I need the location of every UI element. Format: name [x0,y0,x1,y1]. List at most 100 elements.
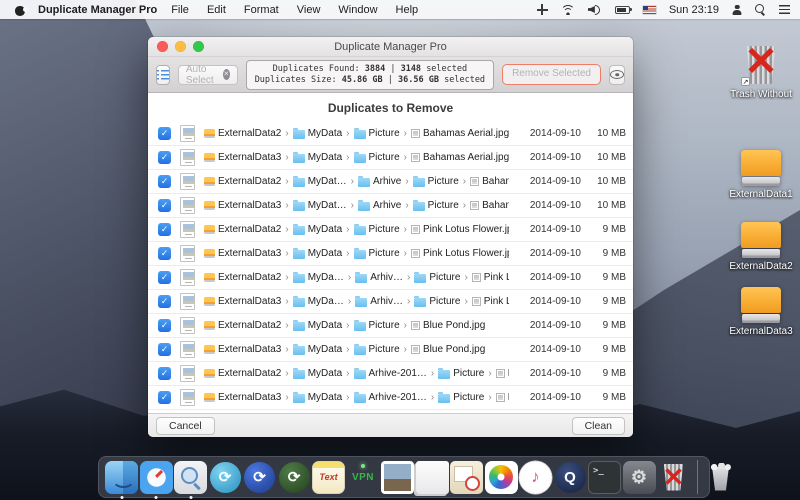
image-file-icon [411,345,420,354]
table-row[interactable]: ✓ ExternalData3›MyDa…›Arhiv…›Picture›Pin… [148,290,633,314]
safari-dock-icon[interactable] [140,461,173,494]
chevron-icon: › [488,368,491,379]
row-checkbox[interactable]: ✓ [158,247,171,260]
photos-dock-icon[interactable] [485,461,518,494]
notification-center-icon[interactable] [779,5,790,14]
finder-dock-icon[interactable] [105,461,138,494]
file-path-breadcrumb: ExternalData3›MyData›Picture›Bahamas Aer… [204,152,509,163]
clean-button[interactable]: Clean [572,417,625,435]
auto-select-button[interactable]: Auto Select ✕ [178,65,238,85]
folder-icon [293,370,305,379]
path-segment: ExternalData3 [204,392,281,403]
row-checkbox[interactable]: ✓ [158,127,171,140]
row-checkbox[interactable]: ✓ [158,223,171,236]
apple-menu-icon[interactable] [14,4,26,16]
remove-selected-button[interactable]: Remove Selected [502,64,601,85]
table-row[interactable]: ✓ ExternalData2›MyDat…›Arhive›Picture›Ba… [148,170,633,194]
table-row[interactable]: ✓ ExternalData2›MyData›Picture›Pink Lotu… [148,218,633,242]
row-checkbox[interactable]: ✓ [158,151,171,164]
volume-icon[interactable] [588,5,602,15]
drive-icon [204,177,215,186]
folder-icon [354,154,366,163]
running-indicator [120,496,123,499]
preview-photo-dock-icon[interactable] [381,461,414,494]
text-notes-dock-icon[interactable]: Text [312,461,345,494]
sync-blue-dock-icon[interactable]: ⟳ [209,461,242,494]
file-name-segment: Bahamas Aerial.jpg [411,152,509,163]
file-size: 10 MB [581,176,633,187]
menu-edit[interactable]: Edit [207,4,226,16]
row-checkbox[interactable]: ✓ [158,367,171,380]
desktop-icon-externaldata2[interactable]: ExternalData2 [722,222,800,272]
vpn-dock-icon[interactable]: VPN [347,461,380,494]
search-view-segment[interactable] [169,66,170,84]
desktop-icon-trash-without[interactable]: ✕↗Trash Without [722,40,800,100]
trash-x-app-dock-icon[interactable]: ✕ [657,461,690,494]
file-date: 2014-09-10 [509,200,581,211]
spotlight-icon[interactable] [755,4,766,15]
row-checkbox[interactable]: ✓ [158,199,171,212]
gear-utility-dock-icon[interactable]: ⚙ [623,461,656,494]
table-row[interactable]: ✓ ExternalData2›MyData›Arhive-201…›Pictu… [148,362,633,386]
table-row[interactable]: ✓ ExternalData3›MyDat…›Arhive›Picture›Ba… [148,194,633,218]
battery-icon[interactable] [615,6,630,14]
chevron-icon: › [431,392,434,403]
drive-icon [204,249,215,258]
trash-dock-icon[interactable] [704,461,737,494]
path-segment: MyData [293,368,342,379]
path-segment: Arhive-201… [354,368,427,379]
duplicate-search-dock-icon[interactable] [174,461,207,494]
row-checkbox[interactable]: ✓ [158,271,171,284]
duplicate-manager-window: Duplicate Manager Pro Auto Select ✕ Dupl… [148,37,633,437]
row-checkbox[interactable]: ✓ [158,391,171,404]
table-row[interactable]: ✓ ExternalData2›MyDa…›Arhiv…›Picture›Pin… [148,266,633,290]
path-segment: MyData [293,248,342,259]
table-row[interactable]: ✓ ExternalData2›MyData›Picture›Bahamas A… [148,122,633,146]
wifi-icon[interactable] [561,5,575,15]
move-icon[interactable] [537,4,548,15]
table-row[interactable]: ✓ ExternalData2›MyData›Picture›Blue Pond… [148,314,633,338]
cancel-button[interactable]: Cancel [156,417,215,435]
row-checkbox[interactable]: ✓ [158,175,171,188]
menu-format[interactable]: Format [244,4,279,16]
row-checkbox[interactable]: ✓ [158,295,171,308]
desktop-icon-externaldata3[interactable]: ExternalData3 [722,287,800,337]
path-segment: MyDa… [293,272,344,283]
user-icon[interactable] [732,5,742,15]
menu-window[interactable]: Window [338,4,377,16]
quicktime-dock-icon[interactable]: Q [554,461,587,494]
table-row[interactable]: ✓ ExternalData3›MyData›Picture›Pink Lotu… [148,242,633,266]
list-view-segment[interactable] [157,66,169,84]
table-row[interactable]: ✓ ExternalData3›MyData›Arhive-201…›Pictu… [148,386,633,410]
path-segment: ExternalData2 [204,128,281,139]
menu-help[interactable]: Help [396,4,419,16]
textedit-dock-icon[interactable] [416,461,449,494]
file-name-segment: Pink Lotus Flower.jpg [411,224,509,235]
table-row[interactable]: ✓ ExternalData3›MyData›Picture›Bahamas A… [148,146,633,170]
menu-file[interactable]: File [171,4,189,16]
table-row[interactable]: ✓ ExternalData3›MyData›Picture›Blue Pond… [148,338,633,362]
sync-navy-dock-icon[interactable]: ⟳ [243,461,276,494]
view-segmented-control [156,65,170,85]
files-clock-dock-icon[interactable] [450,461,483,494]
itunes-dock-icon[interactable]: ♪ [519,461,552,494]
file-thumbnail-icon [180,317,195,334]
menubar-app-name[interactable]: Duplicate Manager Pro [38,4,157,16]
menu-view[interactable]: View [297,4,321,16]
file-size: 9 MB [581,296,633,307]
path-segment: Picture [438,392,484,403]
chevron-icon: › [463,176,466,187]
list-view-icon [157,69,169,80]
menubar-clock[interactable]: Sun 23:19 [669,4,719,16]
desktop-icon-externaldata1[interactable]: ExternalData1 [722,150,800,200]
auto-select-clear-icon[interactable]: ✕ [223,69,230,80]
window-titlebar[interactable]: Duplicate Manager Pro [148,37,633,57]
chevron-icon: › [351,200,354,211]
row-checkbox[interactable]: ✓ [158,319,171,332]
sync-green-dock-icon[interactable]: ⟳ [278,461,311,494]
us-flag-icon[interactable] [643,6,656,14]
file-path-breadcrumb: ExternalData2›MyDa…›Arhiv…›Picture›Pink … [204,272,509,283]
preview-button[interactable] [609,65,625,85]
row-checkbox[interactable]: ✓ [158,343,171,356]
terminal-dock-icon[interactable]: >_ [588,461,621,494]
